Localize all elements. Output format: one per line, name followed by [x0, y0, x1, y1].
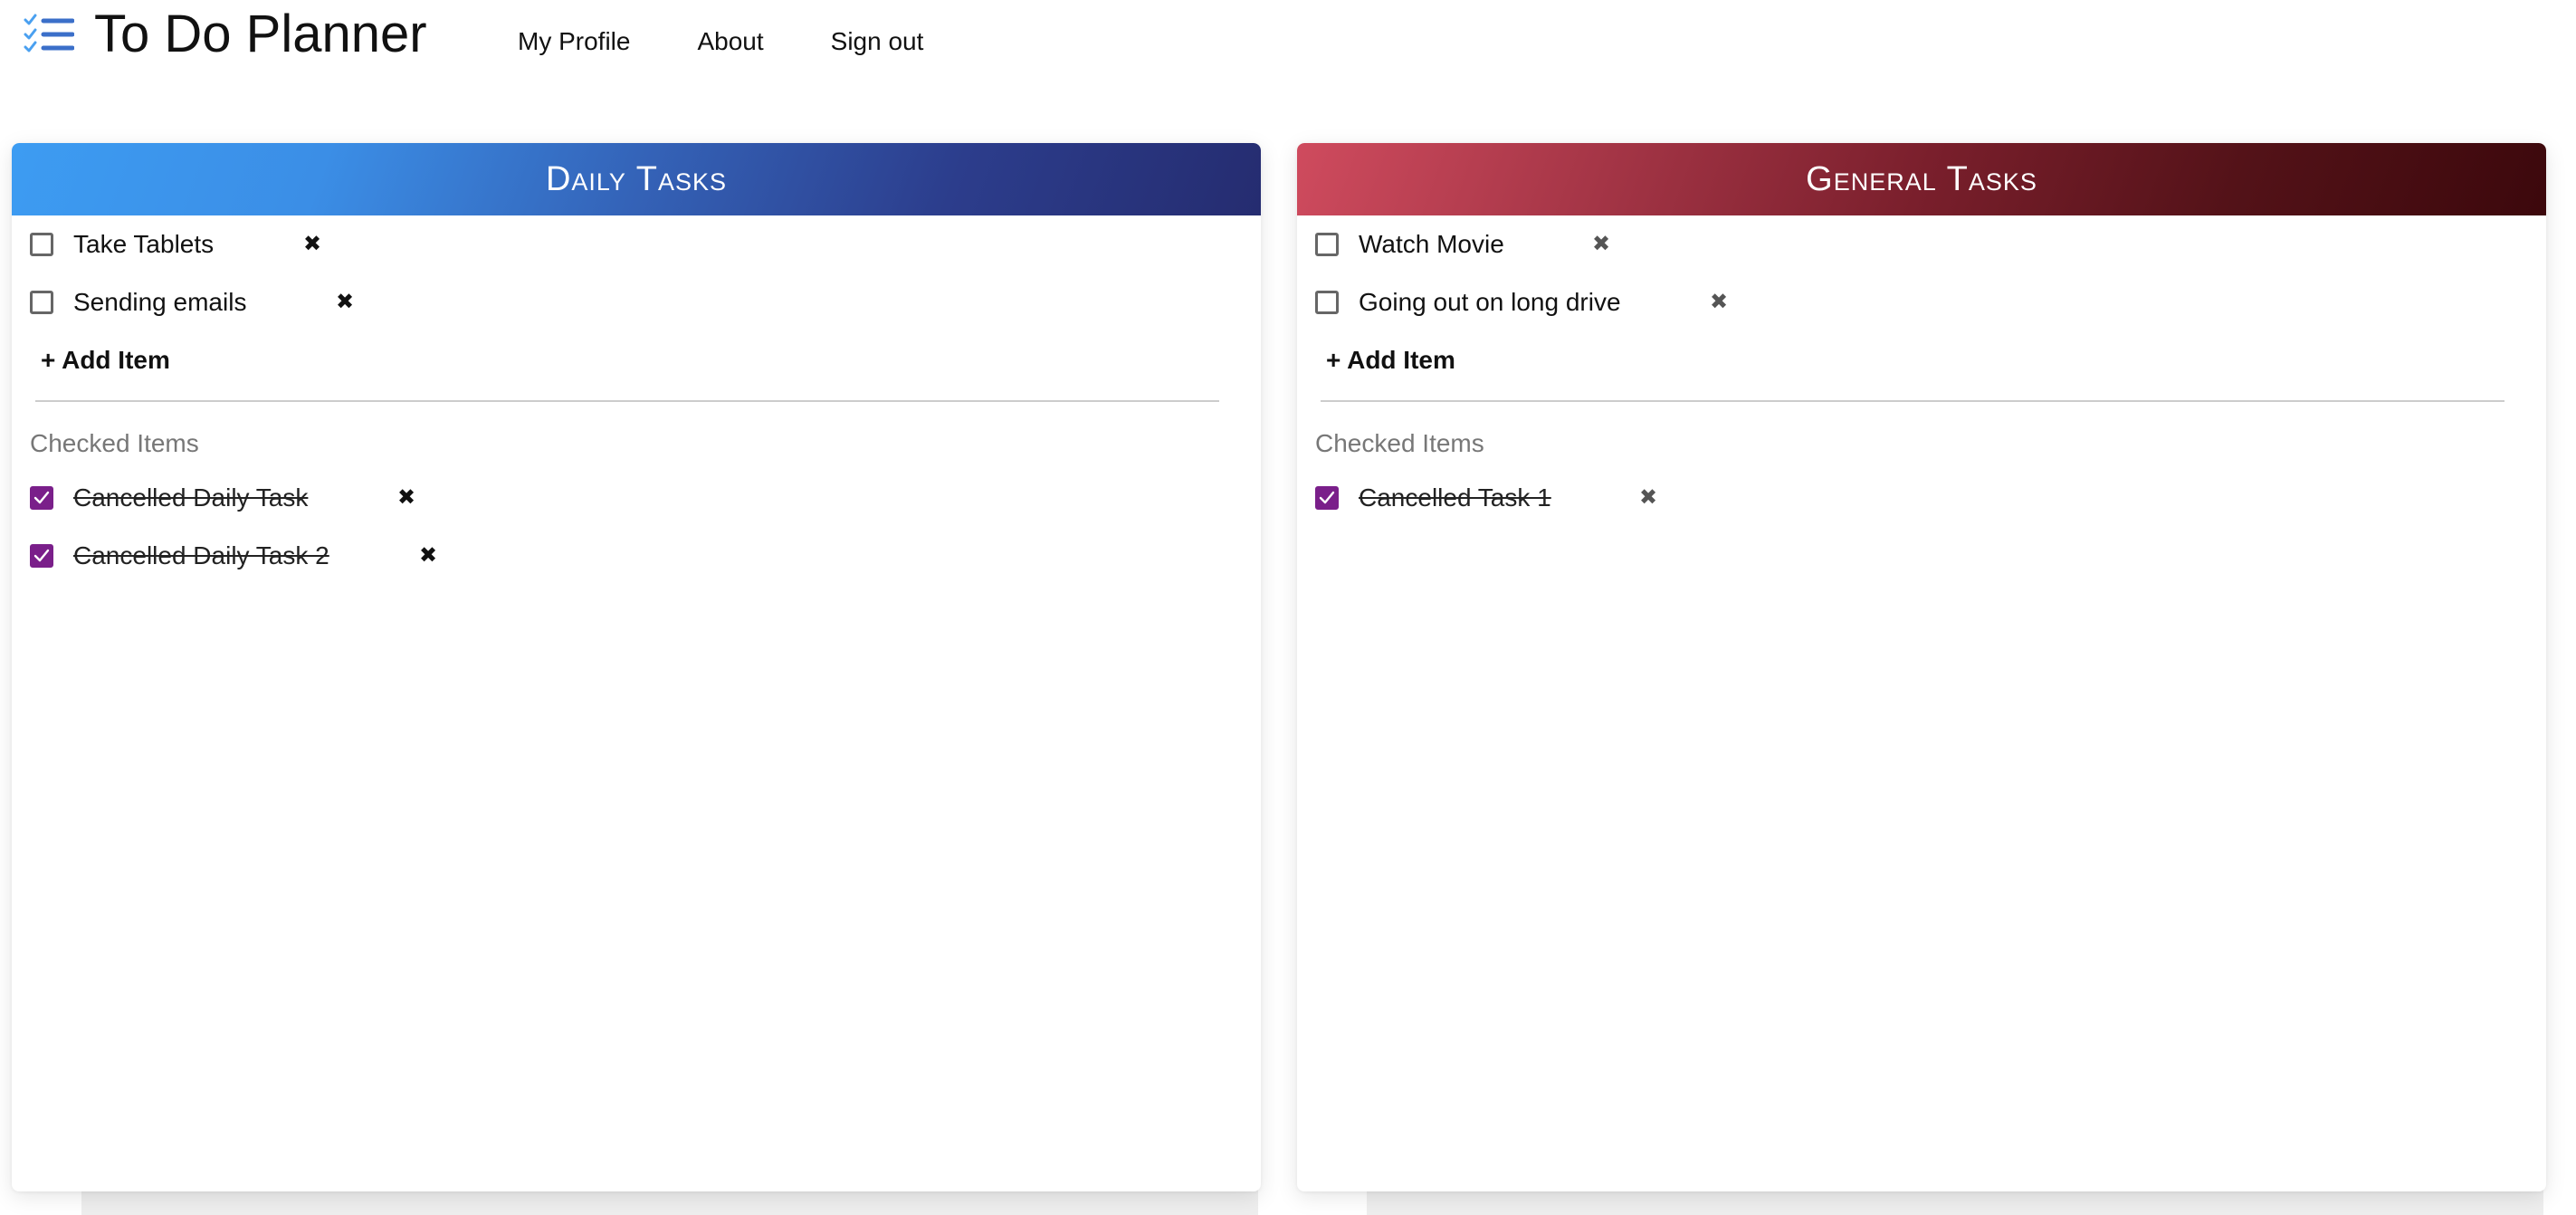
app-header: To Do Planner My Profile About Sign out	[0, 0, 2576, 81]
task-checkbox[interactable]	[1315, 291, 1339, 314]
general-tasks-panel: General Tasks Watch Movie ✖ Going out on…	[1297, 143, 2546, 1191]
delete-icon[interactable]: ✖	[303, 234, 321, 255]
nav-sign-out[interactable]: Sign out	[831, 24, 924, 60]
checked-task-item: Cancelled Daily Task ✖	[30, 469, 1261, 527]
add-item-button[interactable]: + Add Item	[1315, 331, 2546, 389]
task-label: Watch Movie	[1359, 230, 1504, 258]
daily-tasks-panel: Daily Tasks Take Tablets ✖ Sending email…	[12, 143, 1261, 1191]
task-label: Going out on long drive	[1359, 288, 1621, 316]
task-checkbox-checked[interactable]	[30, 486, 53, 510]
delete-icon[interactable]: ✖	[336, 292, 354, 313]
checked-task-item: Cancelled Daily Task 2 ✖	[30, 527, 1261, 585]
delete-icon[interactable]: ✖	[419, 545, 437, 567]
panel-title: General Tasks	[1297, 143, 2546, 215]
checkmark-icon	[33, 549, 50, 562]
task-checkbox[interactable]	[1315, 233, 1339, 256]
task-label: Sending emails	[73, 288, 247, 316]
checkmark-icon	[33, 491, 50, 504]
task-checkbox[interactable]	[30, 233, 53, 256]
delete-icon[interactable]: ✖	[397, 487, 415, 509]
divider	[1321, 400, 2504, 402]
checked-task-label: Cancelled Task 1	[1359, 483, 1551, 512]
checked-task-item: Cancelled Task 1 ✖	[1315, 469, 2546, 527]
add-item-button[interactable]: + Add Item	[30, 331, 1261, 389]
task-checkbox-checked[interactable]	[1315, 486, 1339, 510]
checked-task-label: Cancelled Daily Task 2	[73, 541, 329, 569]
checklist-logo-icon	[24, 14, 74, 53]
task-item: Watch Movie ✖	[1315, 215, 2546, 273]
task-item: Sending emails ✖	[30, 273, 1261, 331]
app-title: To Do Planner	[94, 5, 427, 63]
checkmark-icon	[1319, 491, 1335, 504]
top-nav: My Profile About Sign out	[518, 24, 990, 60]
delete-icon[interactable]: ✖	[1639, 487, 1657, 509]
divider	[35, 400, 1219, 402]
nav-my-profile[interactable]: My Profile	[518, 24, 630, 60]
task-checkbox-checked[interactable]	[30, 544, 53, 568]
task-checkbox[interactable]	[30, 291, 53, 314]
nav-about[interactable]: About	[697, 24, 763, 60]
task-label: Take Tablets	[73, 230, 215, 258]
checked-task-label: Cancelled Daily Task	[73, 483, 309, 512]
checked-items-heading: Checked Items	[30, 429, 199, 457]
panel-title: Daily Tasks	[12, 143, 1261, 215]
delete-icon[interactable]: ✖	[1710, 292, 1728, 313]
task-item: Take Tablets ✖	[30, 215, 1261, 273]
task-item: Going out on long drive ✖	[1315, 273, 2546, 331]
checked-items-heading: Checked Items	[1315, 429, 1484, 457]
delete-icon[interactable]: ✖	[1592, 234, 1610, 255]
